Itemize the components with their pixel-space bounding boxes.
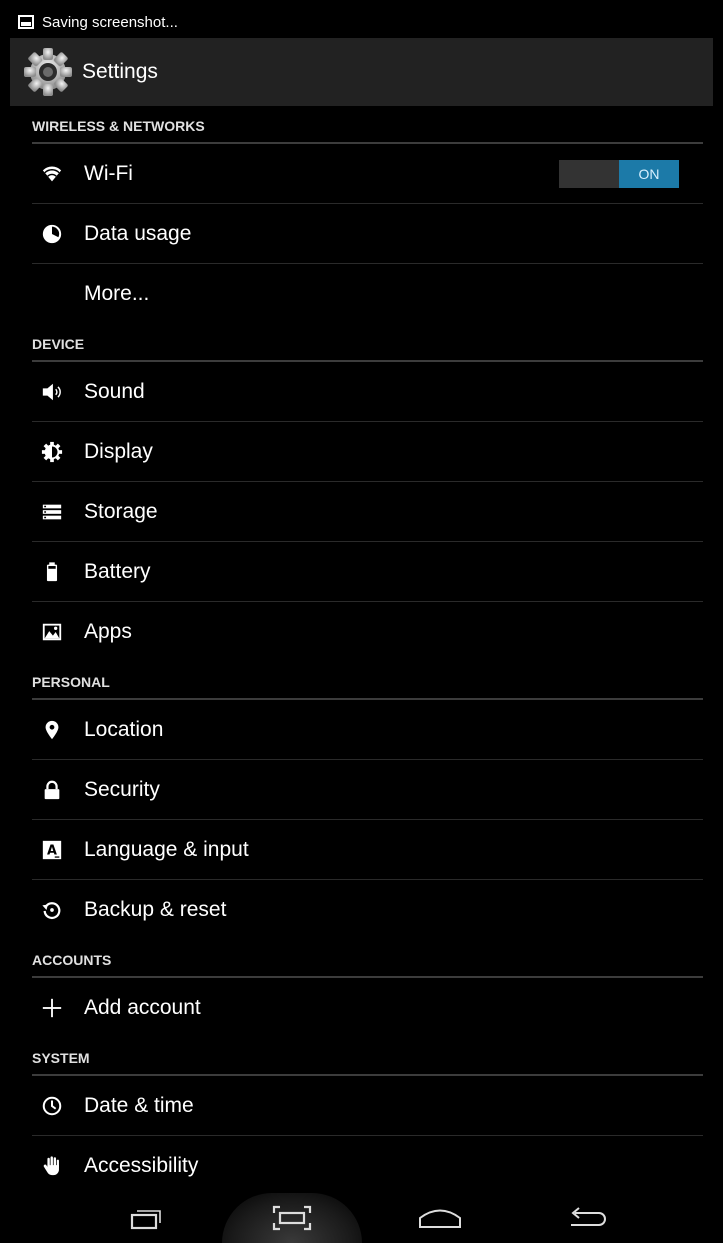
status-notification-text: Saving screenshot... <box>42 13 178 31</box>
settings-item-label: Add account <box>84 996 201 1019</box>
settings-item-accessibility[interactable]: Accessibility <box>10 1136 713 1196</box>
toggle-on-label: ON <box>619 160 679 188</box>
settings-item-language[interactable]: A Language & input <box>10 820 713 880</box>
toggle-off-side <box>559 160 619 188</box>
settings-item-label: Battery <box>84 560 151 583</box>
settings-item-label: Sound <box>84 380 145 403</box>
sound-icon <box>40 380 64 404</box>
section-header-accounts: ACCOUNTS <box>10 940 713 978</box>
settings-item-label: Apps <box>84 620 132 643</box>
hand-icon <box>40 1154 64 1178</box>
section-header-system: SYSTEM <box>10 1038 713 1076</box>
svg-text:A: A <box>47 844 57 859</box>
settings-item-label: Security <box>84 778 160 801</box>
storage-icon <box>40 500 64 524</box>
back-button[interactable] <box>550 1193 626 1243</box>
section-header-device: DEVICE <box>10 324 713 362</box>
action-bar: Settings <box>10 38 713 106</box>
screenshot-notification-icon <box>18 15 34 29</box>
section-header-personal: PERSONAL <box>10 662 713 700</box>
settings-item-data-usage[interactable]: Data usage <box>10 204 713 264</box>
settings-item-label: Location <box>84 718 164 741</box>
section-header-wireless: WIRELESS & NETWORKS <box>10 106 713 144</box>
settings-item-wifi[interactable]: Wi-Fi ON <box>10 144 713 204</box>
settings-item-label: Display <box>84 440 153 463</box>
settings-list: WIRELESS & NETWORKS Wi-Fi ON Data usage … <box>10 106 713 1196</box>
lock-icon <box>40 778 64 802</box>
recent-apps-icon <box>126 1206 166 1230</box>
settings-item-label: Language & input <box>84 838 249 861</box>
settings-item-label: Data usage <box>84 222 192 245</box>
location-icon <box>40 718 64 742</box>
recent-apps-button[interactable] <box>108 1193 184 1243</box>
settings-item-security[interactable]: Security <box>10 760 713 820</box>
settings-item-label: Date & time <box>84 1094 194 1117</box>
backup-icon <box>40 898 64 922</box>
screenshot-button[interactable] <box>254 1193 330 1243</box>
page-title: Settings <box>82 60 158 83</box>
settings-item-location[interactable]: Location <box>10 700 713 760</box>
settings-item-display[interactable]: Display <box>10 422 713 482</box>
home-button[interactable] <box>402 1193 478 1243</box>
settings-item-more[interactable]: More... <box>10 264 713 324</box>
settings-item-label: Backup & reset <box>84 898 227 921</box>
settings-item-date-time[interactable]: Date & time <box>10 1076 713 1136</box>
settings-item-add-account[interactable]: Add account <box>10 978 713 1038</box>
settings-item-storage[interactable]: Storage <box>10 482 713 542</box>
wifi-toggle[interactable]: ON <box>559 160 679 188</box>
apps-icon <box>40 620 64 644</box>
android-settings-screen: Saving screenshot... Settings WIRELESS &… <box>10 6 713 1243</box>
blank-icon-slot <box>40 282 64 306</box>
clock-icon <box>40 1094 64 1118</box>
status-bar: Saving screenshot... <box>10 6 713 38</box>
plus-icon <box>40 996 64 1020</box>
wifi-icon <box>40 162 64 186</box>
language-icon: A <box>40 838 64 862</box>
settings-item-battery[interactable]: Battery <box>10 542 713 602</box>
settings-item-sound[interactable]: Sound <box>10 362 713 422</box>
screenshot-icon <box>270 1203 314 1233</box>
settings-item-label: Storage <box>84 500 158 523</box>
settings-item-label: More... <box>84 282 150 305</box>
settings-item-apps[interactable]: Apps <box>10 602 713 662</box>
settings-item-label: Wi-Fi <box>84 162 133 185</box>
back-arrow-icon <box>565 1205 611 1231</box>
battery-icon <box>40 560 64 584</box>
home-icon <box>417 1205 463 1231</box>
data-usage-icon <box>40 222 64 246</box>
display-icon <box>40 440 64 464</box>
settings-item-backup[interactable]: Backup & reset <box>10 880 713 940</box>
settings-item-label: Accessibility <box>84 1154 199 1177</box>
navigation-bar <box>10 1193 713 1243</box>
settings-gear-icon[interactable] <box>20 44 76 100</box>
